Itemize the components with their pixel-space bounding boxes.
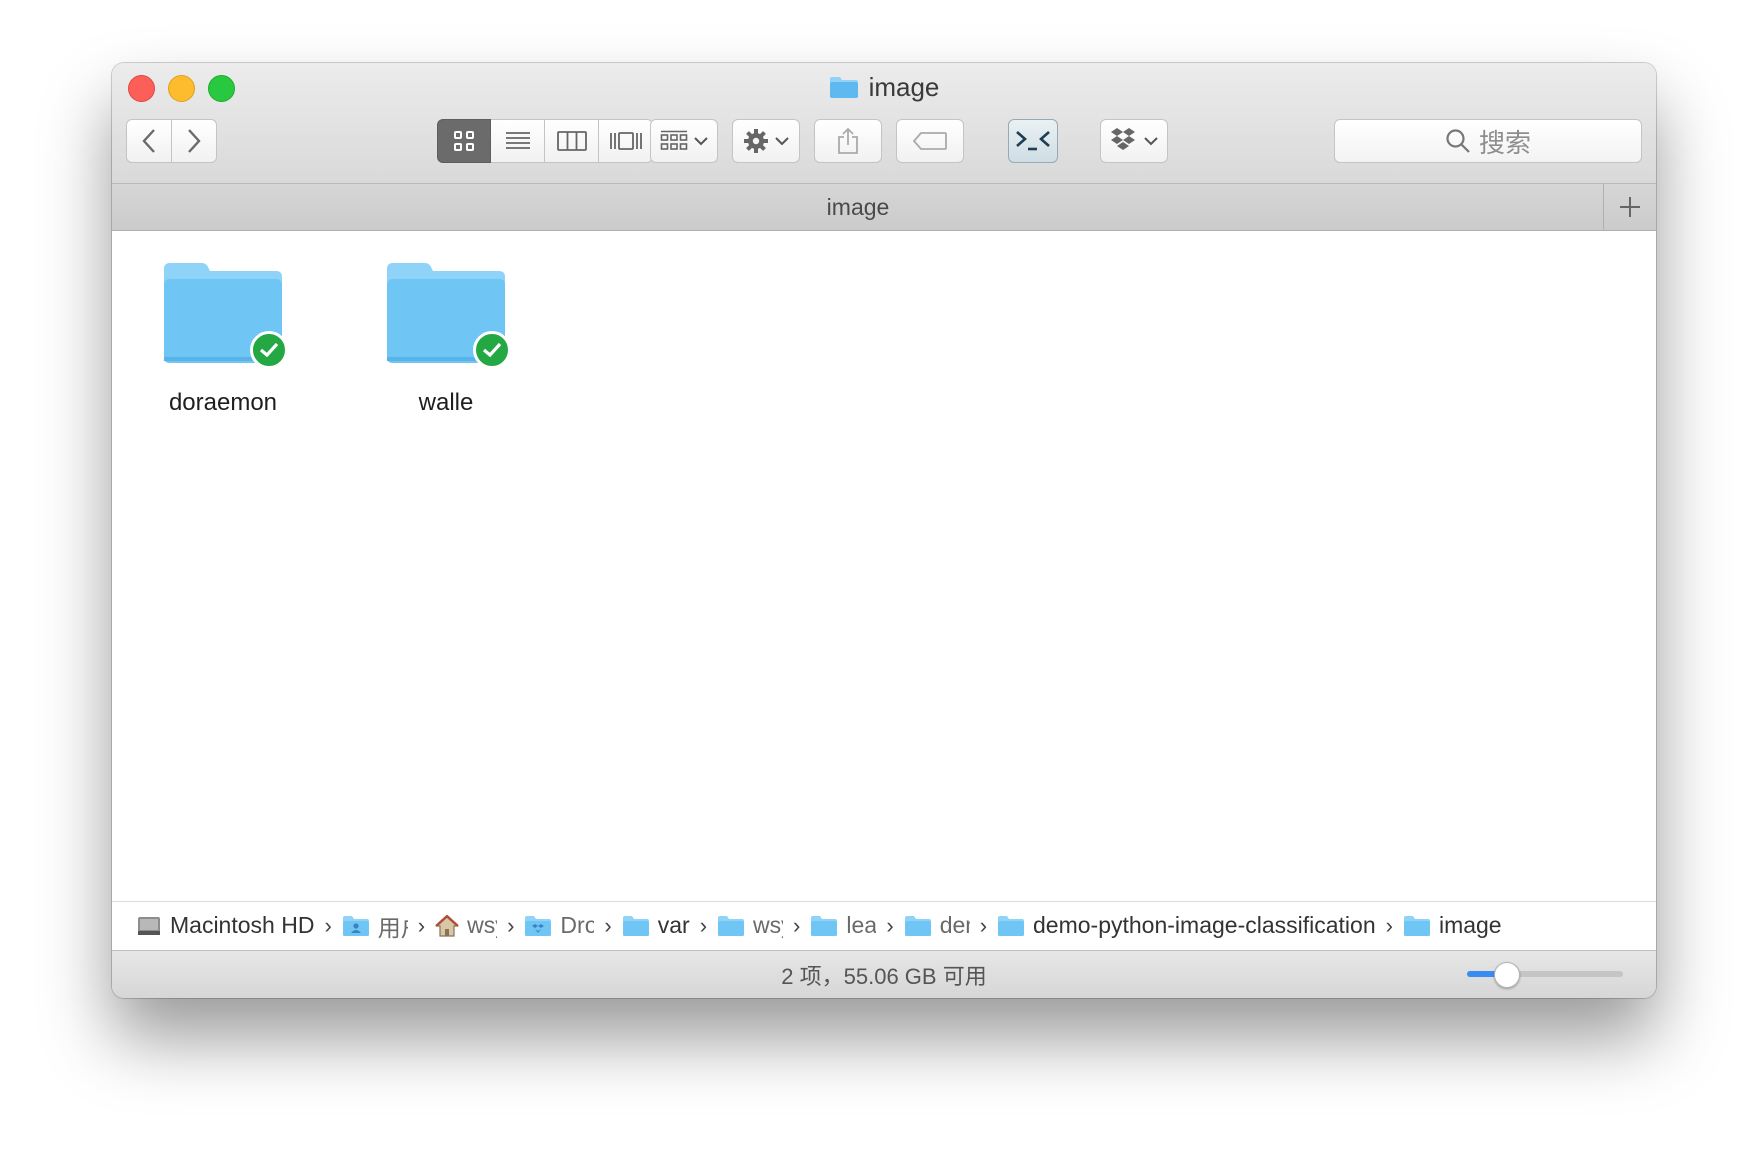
path-crumb-demo-python-image-classification[interactable]: demo-python-image-classification	[997, 912, 1376, 939]
path-separator: ›	[793, 912, 801, 938]
status-text: 2 项，55.06 GB 可用	[781, 964, 987, 989]
path-bar: Macintosh HD › 用户 › wsy › Dropbox ›	[112, 901, 1656, 949]
tags-button[interactable]	[896, 119, 964, 163]
search-icon	[1446, 129, 1470, 153]
back-button[interactable]	[126, 119, 172, 163]
icon-view-button[interactable]	[437, 119, 491, 163]
arrange-button[interactable]	[650, 119, 718, 163]
grid-icon	[454, 131, 474, 151]
path-crumb-label: learn	[846, 912, 877, 938]
chevron-right-icon	[188, 129, 201, 153]
gallery-icon	[609, 132, 642, 150]
window-title: image	[112, 69, 1656, 105]
path-crumb-macintosh-hd[interactable]: Macintosh HD	[136, 912, 314, 939]
folder-icon	[904, 915, 931, 936]
forward-button[interactable]	[171, 119, 217, 163]
tab-bar: image	[112, 184, 1656, 231]
tag-icon	[913, 132, 947, 150]
chevron-down-icon	[694, 137, 708, 146]
folder-icon	[998, 915, 1025, 936]
path-crumb-label: Macintosh HD	[170, 912, 315, 938]
column-view-button[interactable]	[545, 119, 599, 163]
status-bar: 2 项，55.06 GB 可用	[112, 950, 1656, 998]
path-separator: ›	[699, 912, 708, 938]
home-icon	[435, 914, 459, 937]
path-separator: ›	[886, 912, 894, 938]
path-crumb-label: Dropbox	[560, 912, 595, 938]
columns-icon	[556, 131, 587, 151]
slider-knob[interactable]	[1494, 962, 1520, 988]
path-separator: ›	[417, 912, 426, 938]
folder-item-walle[interactable]: walle	[336, 261, 556, 417]
chevron-down-icon	[1144, 137, 1158, 146]
plus-icon	[1620, 197, 1640, 217]
folder-icon	[829, 77, 858, 98]
folder-name: doraemon	[168, 389, 278, 416]
new-tab-button[interactable]	[1603, 184, 1656, 230]
gallery-view-button[interactable]	[599, 119, 653, 163]
view-mode-control	[437, 119, 653, 163]
list-view-button[interactable]	[491, 119, 545, 163]
path-crumb-dropbox[interactable]: Dropbox	[524, 912, 594, 939]
path-crumb-label: demo	[939, 912, 970, 938]
folder-icon	[622, 915, 649, 936]
terminal-icon	[1016, 131, 1050, 151]
chevron-left-icon	[142, 129, 155, 153]
folder-icon	[1403, 915, 1430, 936]
path-separator: ›	[1385, 912, 1393, 938]
dropbox-folder-icon	[525, 915, 552, 936]
share-button[interactable]	[814, 119, 882, 163]
folder-name: walle	[418, 389, 474, 416]
finder-window: image 搜索 image doraemon walle Macintosh …	[112, 63, 1656, 998]
file-area: doraemon walle	[112, 231, 1656, 901]
path-crumb-users[interactable]: 用户	[342, 909, 408, 943]
search-placeholder: 搜索	[1478, 127, 1531, 158]
terminal-button[interactable]	[1008, 119, 1058, 163]
search-field[interactable]: 搜索	[1334, 119, 1642, 163]
path-crumb-label: 用户	[377, 914, 408, 941]
list-icon	[505, 132, 530, 149]
path-crumb-wsy[interactable]: wsy	[717, 912, 783, 939]
sync-badge	[250, 331, 288, 369]
path-crumb-label: wsy	[753, 912, 783, 938]
folder-item-doraemon[interactable]: doraemon	[113, 261, 333, 417]
folder-icon	[718, 915, 745, 936]
path-separator: ›	[324, 912, 332, 938]
path-crumb-var[interactable]: var	[622, 912, 690, 939]
hard-drive-icon	[138, 916, 160, 935]
action-button[interactable]	[732, 119, 800, 163]
chevron-down-icon	[775, 137, 789, 146]
dropbox-icon	[1111, 128, 1135, 150]
share-icon	[838, 127, 858, 154]
path-separator: ›	[604, 912, 612, 938]
path-crumb-demo[interactable]: demo	[904, 912, 970, 939]
icon-size-slider[interactable]	[1467, 962, 1623, 988]
path-separator: ›	[507, 912, 515, 938]
sync-badge	[473, 331, 511, 369]
checkmark-icon	[482, 342, 502, 358]
path-crumb-image[interactable]: image	[1403, 912, 1502, 939]
dropbox-button[interactable]	[1100, 119, 1168, 163]
path-crumb-learn[interactable]: learn	[810, 912, 876, 939]
arrange-grid-icon	[660, 130, 688, 150]
toolbar: image 搜索	[112, 63, 1656, 184]
gear-icon	[744, 129, 768, 153]
users-folder-icon	[342, 915, 369, 936]
path-crumb-label: wsy	[467, 912, 497, 938]
path-crumb-home[interactable]: wsy	[435, 912, 497, 939]
path-crumb-label: demo-python-image-classification	[1033, 912, 1376, 938]
tab-current[interactable]: image	[112, 184, 1604, 230]
path-separator: ›	[979, 912, 988, 938]
tab-label: image	[826, 193, 890, 220]
path-crumb-label: image	[1438, 912, 1502, 938]
window-title-label: image	[868, 71, 940, 102]
checkmark-icon	[259, 342, 279, 358]
path-crumb-label: var	[657, 912, 690, 938]
folder-icon	[811, 915, 838, 936]
